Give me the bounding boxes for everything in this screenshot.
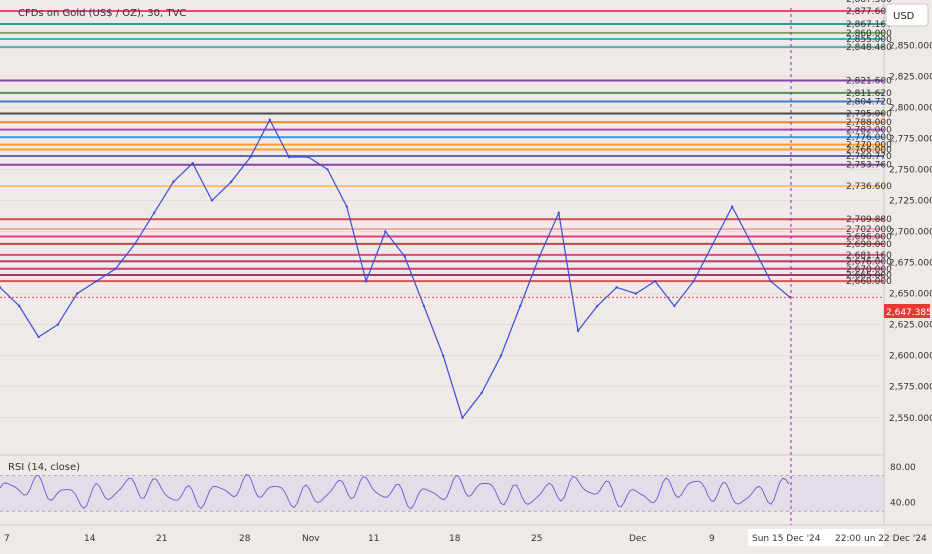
- price-point: [711, 242, 715, 246]
- level-label: 2,690.000: [846, 240, 892, 250]
- price-point: [56, 323, 60, 326]
- y-tick-label: 2,850.000: [889, 41, 932, 51]
- x-tick-label: 28: [239, 534, 251, 544]
- chart-app: 2,887.3602,877.6002,867.1602,860.0002,85…: [0, 0, 932, 550]
- last-price-text: 2,647.385: [886, 308, 932, 318]
- y-tick-label: 2,625.000: [889, 321, 932, 331]
- y-tick-label: 2,825.000: [889, 72, 932, 82]
- price-point: [403, 255, 406, 258]
- chart-title: CFDs on Gold (US$ / OZ), 30, TVC: [18, 8, 186, 19]
- price-point: [75, 292, 79, 295]
- y-tick-label: 2,675.000: [889, 259, 932, 269]
- price-point: [95, 279, 98, 283]
- price-point: [441, 354, 445, 357]
- y-tick-label: 2,800.000: [889, 103, 932, 113]
- price-point: [37, 335, 40, 339]
- x-tick-label: 11: [368, 534, 379, 544]
- price-point: [307, 155, 310, 159]
- x-tick-label: Nov: [302, 534, 320, 544]
- x-tick-label: 21: [156, 534, 167, 544]
- x-tick-label: Dec: [629, 534, 646, 544]
- price-point: [268, 118, 271, 121]
- price-point: [364, 279, 368, 283]
- price-point: [538, 255, 541, 258]
- price-point: [634, 292, 638, 295]
- price-point: [191, 162, 194, 165]
- price-point: [18, 304, 21, 308]
- price-point: [422, 304, 426, 308]
- price-point: [210, 199, 214, 202]
- price-point: [673, 304, 676, 308]
- x-tick-label: 14: [84, 534, 96, 544]
- price-point: [653, 279, 657, 283]
- price-point: [557, 211, 560, 215]
- level-label: 2,804.720: [846, 97, 892, 107]
- price-point: [596, 304, 599, 308]
- level-label: 2,887.360: [846, 0, 892, 5]
- level-label: 2,753.760: [846, 161, 892, 171]
- x-tick-label: 9: [709, 534, 715, 544]
- price-point: [769, 279, 772, 283]
- x-tick-label: 25: [531, 534, 542, 544]
- level-label: 2,660.000: [846, 277, 892, 287]
- price-point: [133, 242, 137, 246]
- price-point: [152, 211, 156, 215]
- price-point: [249, 155, 252, 159]
- price-point: [730, 205, 734, 208]
- y-tick-label: 2,575.000: [889, 383, 932, 393]
- y-tick-label: 2,750.000: [889, 165, 932, 175]
- price-point: [576, 329, 580, 333]
- time-label: Sun 15 Dec '24: [752, 534, 821, 544]
- time-label: 22:00: [835, 534, 861, 544]
- y-tick-label: 2,650.000: [889, 290, 932, 300]
- price-point: [384, 230, 387, 233]
- time-label: un 22 Dec '24: [864, 534, 927, 544]
- y-tick-label: 2,725.000: [889, 196, 932, 206]
- rsi-label: RSI (14, close): [8, 462, 80, 473]
- price-point: [287, 155, 291, 159]
- price-point: [461, 416, 464, 419]
- level-label: 2,709.880: [846, 215, 892, 225]
- y-tick-label: 2,600.000: [889, 352, 932, 362]
- x-tick-label: 18: [449, 534, 461, 544]
- price-point: [114, 267, 117, 270]
- rsi-tick-label: 40.00: [890, 498, 916, 508]
- level-label: 2,848.480: [846, 43, 892, 53]
- price-chart[interactable]: 2,887.3602,877.6002,867.1602,860.0002,85…: [0, 0, 932, 550]
- price-point: [750, 242, 753, 246]
- level-label: 2,821.600: [846, 77, 892, 87]
- price-point: [172, 180, 175, 184]
- price-point: [519, 304, 522, 308]
- level-label: 2,877.600: [846, 7, 892, 17]
- rsi-tick-label: 80.00: [890, 463, 916, 473]
- y-tick-label: 2,550.000: [889, 414, 932, 424]
- price-point: [615, 286, 618, 289]
- price-point: [345, 205, 349, 208]
- price-point: [692, 279, 695, 283]
- price-point: [499, 354, 503, 357]
- currency-label: USD: [893, 11, 915, 22]
- y-tick-label: 2,700.000: [889, 228, 932, 238]
- y-tick-label: 2,775.000: [889, 134, 932, 144]
- x-tick-label: 7: [4, 534, 10, 544]
- price-point: [480, 391, 483, 395]
- level-label: 2,736.600: [846, 182, 892, 192]
- price-point: [230, 180, 233, 184]
- price-point: [326, 168, 329, 171]
